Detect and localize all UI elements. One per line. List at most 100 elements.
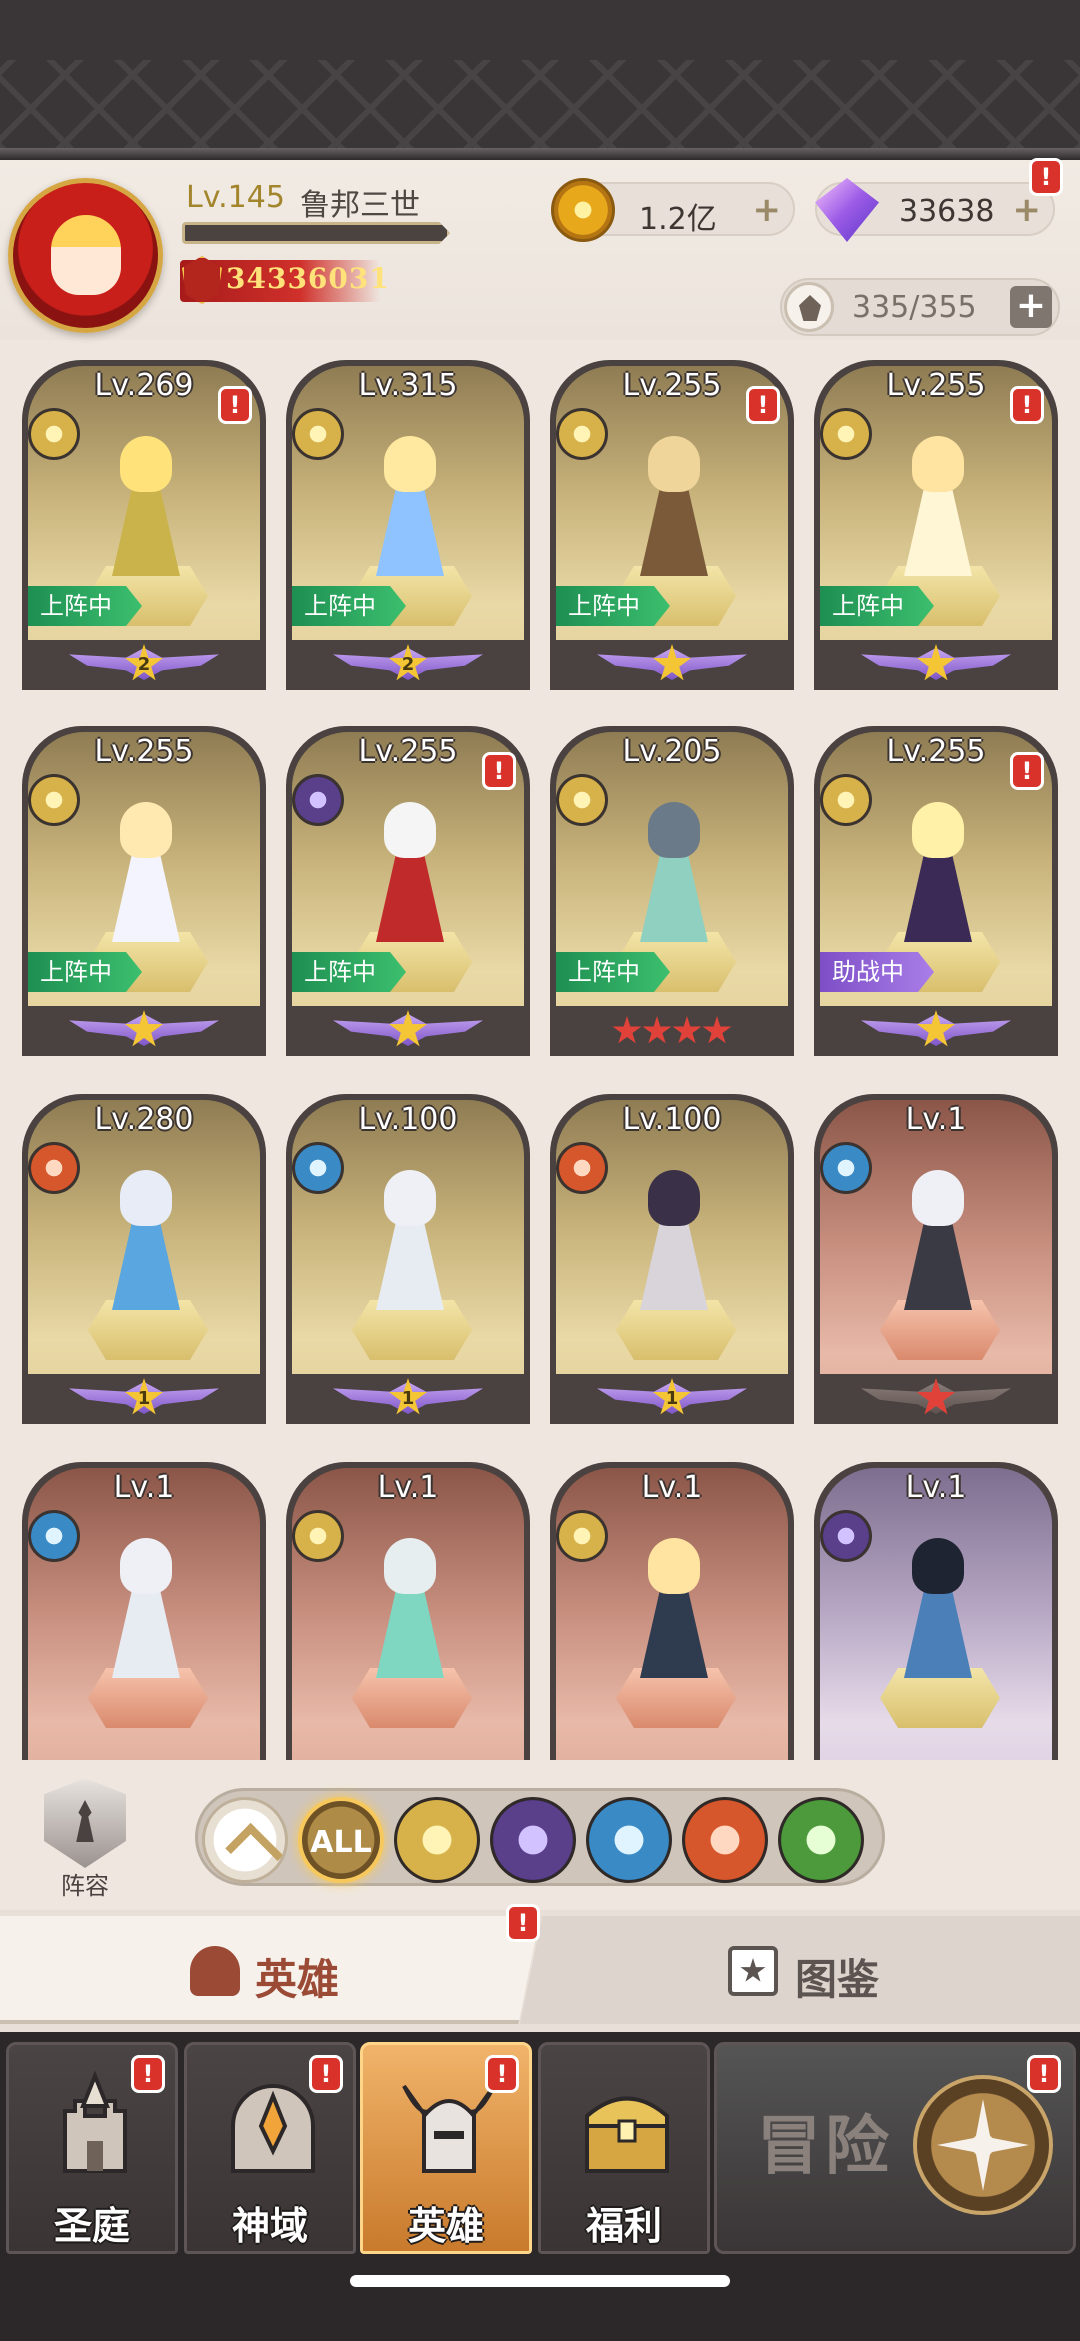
hero-sprite-head: [912, 802, 964, 858]
hero-sprite-head: [120, 436, 172, 492]
red-star-icon: [642, 1016, 672, 1044]
star-count: 2: [401, 654, 415, 675]
nav-sanctum-badge: !: [131, 2055, 165, 2093]
nav-sanctum[interactable]: 圣庭 !: [6, 2042, 178, 2254]
nav-welfare[interactable]: 福利: [538, 2042, 710, 2254]
nav-adventure[interactable]: 冒险 !: [714, 2042, 1076, 2254]
hero-sprite: [98, 802, 194, 952]
hero-sprite-head: [384, 436, 436, 492]
treasure-chest-icon: [585, 2096, 669, 2173]
gold-display: 1.2亿 +: [551, 178, 795, 242]
hero-card[interactable]: Lv.255! 上阵中: [814, 360, 1058, 690]
hero-sprite-head: [384, 1170, 436, 1226]
home-indicator[interactable]: [350, 2275, 730, 2287]
tab-notification-badge: !: [506, 1904, 540, 1942]
add-gem-button[interactable]: +: [1013, 193, 1042, 227]
hero-card[interactable]: Lv.280 1: [22, 1094, 266, 1424]
red-star-icon: [612, 1016, 642, 1044]
hero-card[interactable]: Lv.255! 助战中: [814, 726, 1058, 1056]
hero-card[interactable]: Lv.315 上阵中 2: [286, 360, 530, 690]
filter-fire-faction-icon[interactable]: [682, 1797, 768, 1883]
banner-trim: [0, 148, 1080, 160]
hero-card[interactable]: Lv.255! 上阵中: [286, 726, 530, 1056]
nav-adventure-label: 冒险: [757, 2110, 893, 2184]
hero-card[interactable]: Lv.1: [814, 1462, 1058, 1760]
hero-star-bar: 1: [550, 1374, 794, 1424]
hero-card[interactable]: Lv.1: [22, 1462, 266, 1760]
filter-dark-faction-icon[interactable]: [490, 1797, 576, 1883]
nav-heroes-badge: !: [485, 2055, 519, 2093]
hero-card[interactable]: Lv.100 1: [286, 1094, 530, 1424]
hero-sprite: [890, 1170, 986, 1320]
nav-divine-badge: !: [309, 2055, 343, 2093]
hero-level: Lv.1: [641, 1470, 703, 1505]
hero-sprite-head: [120, 802, 172, 858]
hero-sprite-body: [904, 852, 972, 942]
tab-heroes[interactable]: 英雄: [0, 1916, 540, 2024]
hero-sprite-head: [648, 1170, 700, 1226]
tab-codex[interactable]: 图鉴: [520, 1916, 1080, 2024]
roster-capacity: 335/355 +: [780, 278, 1060, 336]
nav-heroes-label: 英雄: [407, 2204, 484, 2248]
tab-codex-label: 图鉴: [795, 1955, 880, 2004]
hero-sprite-head: [120, 1538, 172, 1594]
compass-icon: [913, 2075, 1053, 2215]
hero-notification-badge: !: [218, 386, 252, 424]
diamond-gem-icon: [815, 178, 879, 242]
hero-card[interactable]: Lv.100 1: [550, 1094, 794, 1424]
hero-sprite: [98, 436, 194, 586]
light-faction-icon: [820, 408, 872, 460]
hero-card[interactable]: Lv.255! 上阵中: [550, 360, 794, 690]
hero-status-tag: 上阵中: [292, 952, 406, 992]
hero-level: Lv.1: [113, 1470, 175, 1505]
hero-star-bar: [286, 1006, 530, 1056]
hero-card[interactable]: Lv.269! 上阵中 2: [22, 360, 266, 690]
red-star-icon: [702, 1016, 732, 1044]
hero-card[interactable]: Lv.1: [550, 1462, 794, 1760]
dark-faction-icon: [292, 774, 344, 826]
expand-roster-button[interactable]: +: [1010, 286, 1052, 328]
hero-level: Lv.315: [358, 368, 458, 403]
helmet-icon: [190, 1946, 240, 1996]
filter-water-faction-icon[interactable]: [586, 1797, 672, 1883]
hero-level: Lv.205: [622, 734, 722, 769]
hero-card[interactable]: Lv.1: [814, 1094, 1058, 1424]
light-faction-icon: [28, 408, 80, 460]
filter-all-button[interactable]: ALL: [298, 1797, 384, 1883]
hero-star-bar: 1: [286, 1374, 530, 1424]
hero-sprite-head: [120, 1170, 172, 1226]
tab-heroes-label: 英雄: [255, 1955, 340, 2004]
hero-card[interactable]: Lv.205 上阵中: [550, 726, 794, 1056]
add-gold-button[interactable]: +: [753, 193, 782, 227]
hero-sprite-body: [112, 1588, 180, 1678]
hero-level: Lv.280: [94, 1102, 194, 1137]
light-faction-icon: [556, 408, 608, 460]
hero-notification-badge: !: [482, 752, 516, 790]
nav-divine[interactable]: 神域 !: [184, 2042, 356, 2254]
hero-card[interactable]: Lv.1: [286, 1462, 530, 1760]
player-header: Lv.145 鲁邦三世 34336031 1.2亿 + 33638 + ! 33…: [0, 158, 1080, 340]
power-value: 34336031: [226, 262, 390, 295]
collapse-filter-button[interactable]: [202, 1797, 288, 1883]
star-book-icon: [728, 1946, 778, 1996]
nav-adventure-badge: !: [1027, 2055, 1061, 2093]
hero-sprite-body: [376, 1588, 444, 1678]
hero-sprite-body: [640, 486, 708, 576]
player-avatar[interactable]: [8, 178, 163, 333]
hero-star-bar: 1: [22, 1374, 266, 1424]
filter-wind-faction-icon[interactable]: [778, 1797, 864, 1883]
hero-sprite-body: [640, 1588, 708, 1678]
filter-light-faction-icon[interactable]: [394, 1797, 480, 1883]
hero-card[interactable]: Lv.255 上阵中: [22, 726, 266, 1056]
hero-status-tag: 助战中: [820, 952, 934, 992]
formation-button[interactable]: 阵容: [30, 1778, 140, 1900]
hero-grid: Lv.269! 上阵中 2 Lv.315 上阵中 2 Lv.255! 上阵中 Lv.255! 上阵…: [0, 360, 1080, 1760]
hero-sprite-body: [904, 486, 972, 576]
hero-sprite-body: [376, 1220, 444, 1310]
hero-star-bar: 2: [286, 640, 530, 690]
hero-status-tag: 上阵中: [28, 952, 142, 992]
hero-sprite-body: [904, 1588, 972, 1678]
hero-sprite-body: [640, 1220, 708, 1310]
hero-sprite: [626, 1170, 722, 1320]
nav-heroes[interactable]: 英雄 !: [360, 2042, 532, 2254]
